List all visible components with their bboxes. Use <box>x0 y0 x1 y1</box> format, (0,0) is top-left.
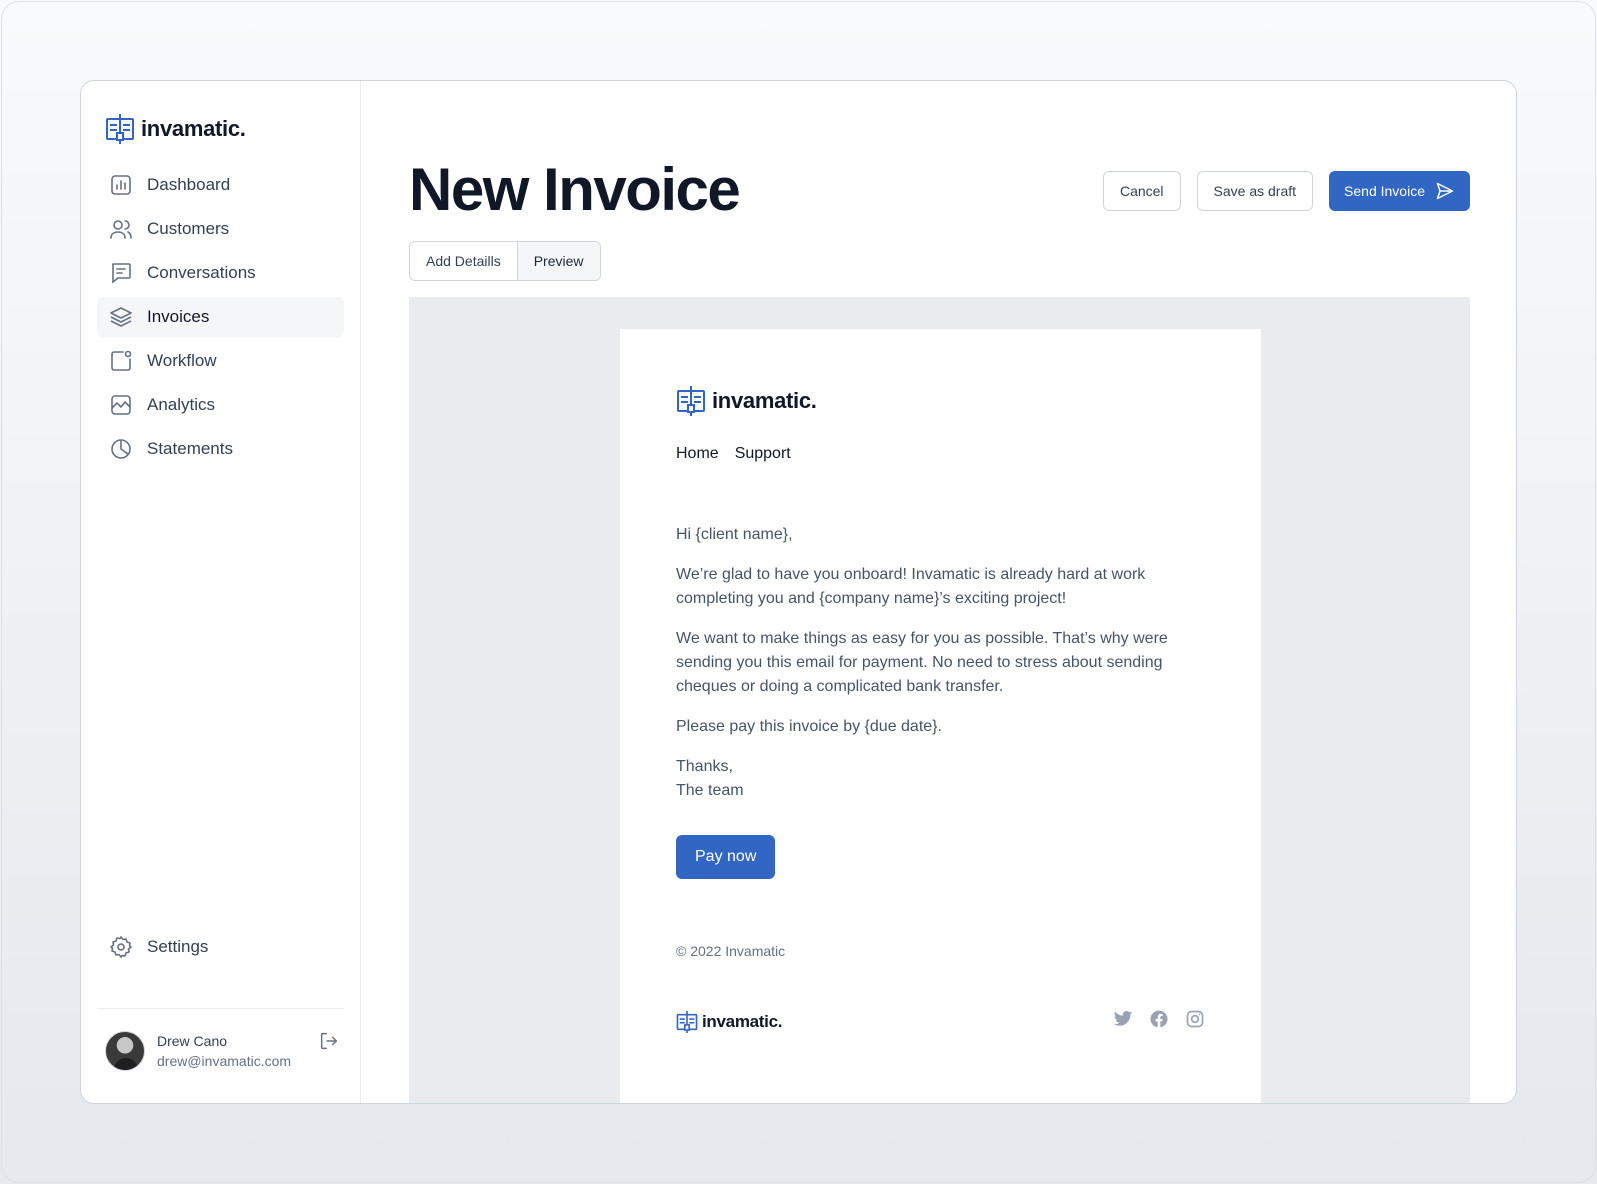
email-nav: Home Support <box>676 445 791 463</box>
sidebar-item-label: Invoices <box>147 307 210 326</box>
send-invoice-button[interactable]: Send Invoice <box>1329 171 1470 211</box>
invamatic-logo-icon <box>676 1011 698 1033</box>
instagram-icon[interactable] <box>1185 1009 1205 1029</box>
app-window: invamatic. Dashboard Customers Conversat… <box>80 80 1517 1104</box>
sidebar-item-label: Customers <box>147 219 230 238</box>
workflow-icon <box>111 350 132 371</box>
brand-logo[interactable]: invamatic. <box>105 113 246 145</box>
sidebar: invamatic. Dashboard Customers Conversat… <box>81 81 361 1103</box>
email-greeting: Hi {client name}, <box>676 526 793 543</box>
message-icon <box>112 263 131 284</box>
brand-name: invamatic. <box>141 116 246 141</box>
pie-chart-icon <box>111 439 131 459</box>
email-nav-support[interactable]: Support <box>735 445 791 463</box>
email-signoff: Thanks, The team <box>676 755 1216 803</box>
settings-label: Settings <box>147 937 209 956</box>
cancel-button[interactable]: Cancel <box>1102 171 1181 211</box>
email-paragraph: We’re glad to have you onboard! Invamati… <box>676 566 1146 607</box>
email-nav-home[interactable]: Home <box>676 445 719 463</box>
copyright-text: © 2022 Invamatic <box>676 943 786 959</box>
pay-now-button[interactable]: Pay now <box>676 835 776 879</box>
invamatic-logo-icon <box>106 114 134 144</box>
email-footer-logo: invamatic. <box>676 1010 782 1034</box>
email-brand-logo: invamatic. <box>676 385 817 417</box>
sidebar-item-conversations[interactable]: Conversations <box>97 253 344 293</box>
main-content: New Invoice Cancel Save as draft Send In… <box>361 81 1516 1103</box>
sidebar-item-customers[interactable]: Customers <box>97 209 344 249</box>
sidebar-item-label: Statements <box>147 439 233 458</box>
sidebar-nav: Dashboard Customers Conversations Invoic… <box>97 165 344 473</box>
tab-preview[interactable]: Preview <box>516 242 600 280</box>
sidebar-item-workflow[interactable]: Workflow <box>97 341 344 381</box>
user-profile: Drew Cano drew@invamatic.com <box>105 1031 340 1071</box>
sidebar-item-analytics[interactable]: Analytics <box>97 385 344 425</box>
tab-add-details[interactable]: Add Detaills <box>410 242 517 280</box>
sidebar-item-dashboard[interactable]: Dashboard <box>97 165 344 205</box>
gear-icon <box>110 936 132 958</box>
email-brand-name: invamatic. <box>712 388 817 413</box>
page-title: New Invoice <box>409 156 741 223</box>
view-tabs: Add Detaills Preview <box>409 241 601 281</box>
sidebar-item-statements[interactable]: Statements <box>97 429 344 469</box>
logout-icon[interactable] <box>318 1030 340 1052</box>
sidebar-item-settings[interactable]: Settings <box>97 927 344 967</box>
email-body: Hi {client name}, We’re glad to have you… <box>676 523 1216 819</box>
social-links <box>1113 1009 1205 1029</box>
facebook-icon[interactable] <box>1149 1009 1169 1029</box>
sidebar-item-label: Conversations <box>147 263 256 282</box>
layers-icon <box>110 307 132 327</box>
avatar[interactable] <box>105 1031 145 1071</box>
email-preview: invamatic. Home Support Hi {client name}… <box>620 329 1261 1103</box>
save-draft-button[interactable]: Save as draft <box>1196 171 1314 211</box>
email-paragraph: Please pay this invoice by {due date}. <box>676 718 942 735</box>
sidebar-divider <box>97 1008 344 1009</box>
signoff-line: The team <box>676 782 744 799</box>
twitter-icon[interactable] <box>1113 1009 1133 1029</box>
profile-info: Drew Cano drew@invamatic.com <box>157 1031 318 1071</box>
sidebar-item-label: Dashboard <box>147 175 231 194</box>
invamatic-logo-icon <box>677 386 705 416</box>
footer-brand-name: invamatic. <box>702 1012 783 1031</box>
user-email: drew@invamatic.com <box>157 1053 292 1069</box>
line-chart-icon <box>111 395 131 415</box>
bar-chart-icon <box>111 175 131 195</box>
signoff-line: Thanks, <box>676 758 733 775</box>
preview-area: invamatic. Home Support Hi {client name}… <box>409 297 1470 1103</box>
send-icon <box>1436 182 1454 200</box>
sidebar-item-label: Workflow <box>147 351 217 370</box>
users-icon <box>110 220 132 239</box>
sidebar-item-label: Analytics <box>147 395 216 414</box>
send-invoice-label: Send Invoice <box>1344 183 1425 199</box>
sidebar-item-invoices[interactable]: Invoices <box>97 297 344 337</box>
user-name: Drew Cano <box>157 1033 228 1049</box>
header-actions: Cancel Save as draft Send Invoice <box>1102 171 1470 211</box>
email-paragraph: We want to make things as easy for you a… <box>676 630 1168 695</box>
